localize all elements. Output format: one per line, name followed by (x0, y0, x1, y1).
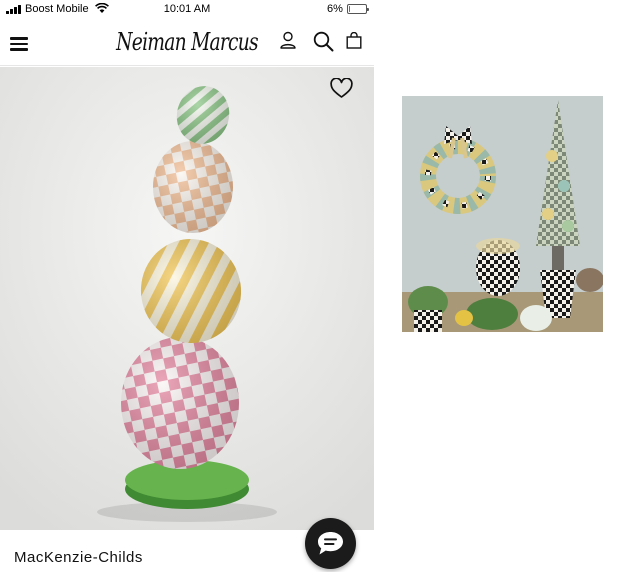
search-icon[interactable] (313, 31, 334, 52)
chat-bubble-icon (318, 532, 343, 555)
menu-icon[interactable] (10, 37, 28, 51)
battery-percentage: 6% (327, 3, 343, 15)
product-brand-name[interactable]: MacKenzie-Childs (14, 549, 143, 566)
shopping-bag-icon[interactable] (346, 32, 362, 49)
account-icon[interactable] (280, 31, 296, 50)
status-bar: Boost Mobile 10:01 AM 6% (0, 0, 374, 18)
heart-outline-icon[interactable] (330, 78, 353, 99)
clock-time: 10:01 AM (163, 3, 211, 15)
battery-icon (347, 4, 369, 14)
chat-button[interactable] (305, 518, 356, 569)
site-header: Neiman Marcus (0, 20, 374, 66)
product-image[interactable] (0, 67, 374, 530)
battery-level-fill (349, 6, 350, 12)
phone-screen: Boost Mobile 10:01 AM 6% Neiman Marcus M… (0, 0, 374, 572)
product-thumbnail-image[interactable] (402, 96, 603, 332)
